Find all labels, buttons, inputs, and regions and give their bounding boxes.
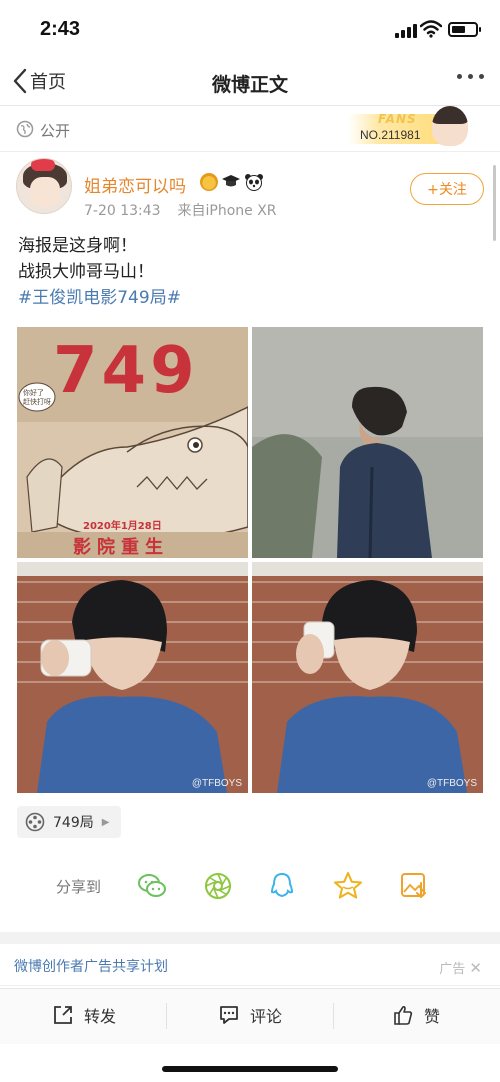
comment-label: 评论 bbox=[250, 1007, 283, 1026]
ad-link[interactable]: 微博创作者广告共享计划 bbox=[14, 956, 168, 976]
share-label: 分享到 bbox=[56, 878, 102, 896]
favorite-icon[interactable] bbox=[332, 870, 364, 902]
repost-button[interactable]: 转发 bbox=[52, 1003, 116, 1027]
toolbar-divider bbox=[333, 1003, 334, 1029]
topic-link[interactable]: #王俊凯电影749局# bbox=[18, 285, 181, 311]
repost-label: 转发 bbox=[84, 1007, 117, 1026]
brick-wall-photo bbox=[17, 562, 248, 793]
avatar-bow bbox=[31, 159, 55, 171]
follow-button[interactable]: +关注 bbox=[410, 173, 484, 205]
fans-badge[interactable]: FANS NO.211981 bbox=[348, 106, 468, 148]
battery-icon bbox=[448, 22, 481, 37]
action-toolbar: 转发 评论 赞 bbox=[0, 988, 500, 1044]
share-row: 分享到 bbox=[0, 864, 500, 908]
graduation-cap-icon[interactable] bbox=[221, 173, 241, 191]
ad-tag-label: 广告 bbox=[439, 962, 466, 977]
fans-number: NO.211981 bbox=[360, 128, 421, 142]
globe-icon bbox=[16, 120, 34, 138]
film-reel-icon bbox=[25, 812, 45, 832]
image-watermark: @TFBOYS bbox=[426, 778, 477, 789]
save-image-icon[interactable] bbox=[398, 870, 430, 902]
visibility-label: 公开 bbox=[40, 122, 71, 140]
toolbar-divider bbox=[166, 1003, 167, 1029]
status-bar: 2:43 bbox=[0, 0, 500, 62]
ad-tag[interactable]: 广告 ✕ bbox=[439, 958, 482, 977]
topic-chip-label: 749局 bbox=[53, 815, 94, 831]
phone-photo-left[interactable]: @TFBOYS bbox=[17, 562, 248, 793]
author-avatar[interactable] bbox=[16, 158, 72, 214]
repost-icon bbox=[54, 1006, 72, 1024]
cellular-signal-icon bbox=[395, 24, 417, 38]
nav-bar: 首页 微博正文 bbox=[0, 62, 500, 106]
home-indicator[interactable] bbox=[162, 1066, 338, 1072]
section-divider bbox=[0, 932, 500, 944]
post-source: 来自iPhone XR bbox=[177, 203, 277, 219]
wifi-icon bbox=[420, 20, 442, 38]
thumbs-up-icon bbox=[394, 1005, 413, 1025]
panda-icon[interactable] bbox=[244, 173, 264, 191]
more-dot bbox=[479, 74, 484, 79]
comment-icon bbox=[220, 1006, 238, 1024]
comment-button[interactable]: 评论 bbox=[218, 1003, 282, 1027]
poster-image[interactable]: 749 你好了 赶快打呀 2020年1月28日 影院重生 bbox=[17, 327, 248, 558]
scrollbar[interactable] bbox=[493, 165, 496, 241]
like-button[interactable]: 赞 bbox=[392, 1003, 440, 1027]
author-name[interactable]: 姐弟恋可以吗 bbox=[84, 172, 186, 197]
fans-label: FANS bbox=[378, 112, 417, 126]
poster-date: 2020年1月28日 bbox=[83, 521, 162, 532]
post-time: 7-20 13:43 bbox=[84, 203, 161, 219]
author-badges bbox=[200, 173, 264, 191]
more-dot bbox=[468, 74, 473, 79]
more-options-button[interactable] bbox=[457, 74, 484, 79]
brick-wall-photo bbox=[252, 562, 483, 793]
post-line: 战损大帅哥马山！ bbox=[18, 262, 154, 282]
moments-icon[interactable] bbox=[202, 870, 234, 902]
crown-badge-icon[interactable] bbox=[200, 173, 218, 191]
profile-photo[interactable] bbox=[252, 327, 483, 558]
topic-chip[interactable]: 749局 ▶ bbox=[17, 806, 122, 838]
more-dot bbox=[457, 74, 462, 79]
profile-photo-illustration bbox=[252, 327, 483, 558]
like-label: 赞 bbox=[424, 1007, 441, 1026]
image-watermark: @TFBOYS bbox=[191, 778, 242, 789]
qq-icon[interactable] bbox=[266, 870, 298, 902]
poster-title: 749 bbox=[53, 334, 199, 408]
ad-row: 微博创作者广告共享计划 广告 ✕ bbox=[0, 944, 500, 986]
status-time: 2:43 bbox=[40, 18, 81, 40]
caret-right-icon: ▶ bbox=[101, 816, 110, 828]
poster-tagline: 影院重生 bbox=[73, 537, 169, 558]
post-meta: 7-20 13:43 来自iPhone XR bbox=[84, 200, 277, 220]
close-icon[interactable]: ✕ bbox=[469, 959, 482, 977]
post-line: 海报是这身啊！ bbox=[18, 236, 137, 256]
page-title: 微博正文 bbox=[211, 74, 288, 96]
post-text: 海报是这身啊！ 战损大帅哥马山！ #王俊凯电影749局# bbox=[18, 233, 181, 311]
wechat-icon[interactable] bbox=[136, 870, 168, 902]
phone-photo-right[interactable]: @TFBOYS bbox=[252, 562, 483, 793]
avatar-face bbox=[30, 177, 60, 207]
poster-bubble: 你好了 赶快打呀 bbox=[23, 389, 51, 406]
idol-avatar bbox=[432, 106, 468, 146]
